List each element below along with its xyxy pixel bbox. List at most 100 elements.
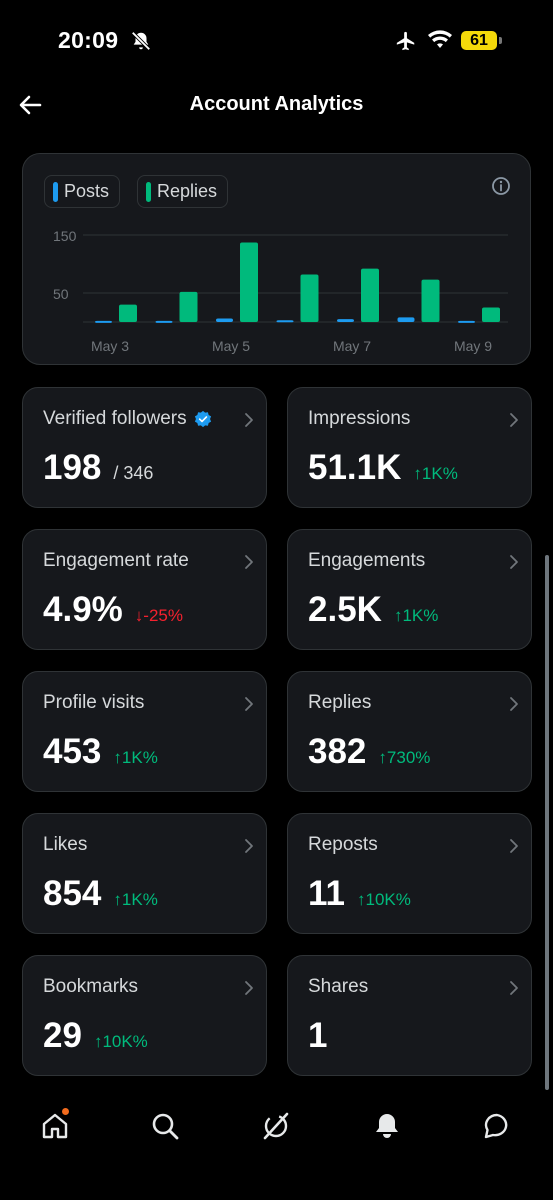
metric-value: 453 [43,732,102,771]
metric-card-reposts[interactable]: Reposts 11 ↑10K% [287,813,532,934]
metric-value: 29 [43,1016,82,1055]
metric-label-text: Engagement rate [43,550,189,571]
bar-chart: 150 50 May 3 May 5 May 7 May 9 [53,228,508,354]
messages-icon[interactable] [482,1111,512,1141]
metric-card-engagement-rate[interactable]: Engagement rate 4.9% ↓-25% [22,529,267,650]
metric-label-text: Verified followers [43,408,187,429]
notifications-icon[interactable] [372,1111,402,1141]
metric-label: Shares [308,976,368,998]
x-tick-label: May 3 [91,338,129,354]
metric-card-replies[interactable]: Replies 382 ↑730% [287,671,532,792]
metric-delta: ↑1K% [393,606,439,625]
metric-delta: ↑1K% [113,890,158,909]
metric-card-bookmarks[interactable]: Bookmarks 29 ↑10K% [22,955,267,1076]
metric-delta: ↑10K% [93,1032,148,1051]
metric-value-row: 29 ↑10K% [43,1016,148,1056]
metric-value: 2.5K [308,590,382,629]
metric-label: Reposts [308,834,378,856]
metric-delta: ↑730% [378,748,431,767]
metric-value-row: 854 ↑1K% [43,874,158,914]
metric-label: Bookmarks [43,976,138,998]
metric-label: Engagements [308,550,425,572]
bar-replies-may-9 [482,307,500,322]
metric-value: 51.1K [308,448,402,487]
metric-value: 4.9% [43,590,123,629]
metric-value: 11 [308,874,345,913]
metric-value: 382 [308,732,367,771]
chevron-right-icon [245,697,253,711]
metric-value: 198 [43,448,102,487]
chevron-right-icon [245,413,253,427]
scrollbar[interactable] [545,555,549,1090]
chevron-right-icon [510,413,518,427]
home-badge [62,1108,69,1115]
metric-label-text: Reposts [308,834,378,855]
bar-replies-may-5 [240,242,258,322]
metric-card-shares[interactable]: Shares 1 [287,955,532,1076]
bar-posts-may-4 [155,320,173,323]
wifi-icon [428,30,452,48]
metric-label: Profile visits [43,692,144,714]
chevron-right-icon [245,981,253,995]
chevron-right-icon [510,555,518,569]
search-icon[interactable] [150,1111,180,1141]
metric-label: Replies [308,692,371,714]
chevron-right-icon [510,697,518,711]
metric-value-row: 453 ↑1K% [43,732,158,772]
metric-delta: ↑1K% [113,748,158,767]
metric-delta: ↓-25% [134,606,183,625]
battery-indicator: 61 [461,31,502,50]
bar-replies-may-7 [361,268,379,322]
metric-value-row: 198 / 346 [43,448,153,488]
metric-card-profile-visits[interactable]: Profile visits 453 ↑1K% [22,671,267,792]
chevron-right-icon [245,555,253,569]
metric-label-text: Likes [43,834,88,855]
chevron-right-icon [510,839,518,853]
metric-label-text: Profile visits [43,692,145,713]
status-bar: 20:09 61 [0,0,553,80]
bar-posts-may-3 [95,320,112,323]
bottom-nav [0,1095,553,1200]
grok-icon[interactable] [261,1111,291,1141]
metric-label-text: Impressions [308,408,411,429]
metric-value: 854 [43,874,102,913]
metric-card-impressions[interactable]: Impressions 51.1K ↑1K% [287,387,532,508]
metric-card-likes[interactable]: Likes 854 ↑1K% [22,813,267,934]
x-tick-label: May 5 [212,338,250,354]
metric-value-row: 2.5K ↑1K% [308,590,438,630]
bar-posts-may-9 [458,320,475,323]
bar-posts-may-7 [337,319,354,322]
bar-posts-may-6 [276,320,294,323]
metric-label-text: Replies [308,692,372,713]
verified-badge-icon [194,410,211,428]
metric-value-row: 1 [308,1016,327,1056]
page-title: Account Analytics [189,93,364,115]
bar-replies-may-4 [179,291,198,322]
metric-value-row: 51.1K ↑1K% [308,448,458,488]
metric-card-engagements[interactable]: Engagements 2.5K ↑1K% [287,529,532,650]
metric-value-row: 11 ↑10K% [308,874,411,914]
metric-value: 1 [308,1016,328,1055]
metric-total: / 346 [113,463,154,483]
bar-posts-may-8 [397,317,415,322]
metric-delta: ↑10K% [357,890,411,909]
bell-off-icon [131,31,151,51]
bar-replies-may-3 [119,304,137,322]
y-tick-label: 150 [53,228,77,244]
x-tick-label: May 7 [333,338,371,354]
metric-label-text: Engagements [308,550,426,571]
metric-card-verified-followers[interactable]: Verified followers 198 / 346 [22,387,267,508]
metric-value-row: 382 ↑730% [308,732,430,772]
metric-label: Likes [43,834,87,856]
bar-replies-may-6 [300,274,319,322]
chevron-right-icon [510,981,518,995]
y-tick-label: 50 [53,286,69,302]
x-tick-label: May 9 [454,338,492,354]
metric-label: Verified followers [43,408,212,430]
home-icon[interactable] [40,1111,70,1141]
bar-posts-may-5 [216,318,233,322]
metric-value-row: 4.9% ↓-25% [43,590,183,630]
status-time: 20:09 [58,27,119,53]
metric-label-text: Shares [308,976,369,997]
chevron-right-icon [245,839,253,853]
